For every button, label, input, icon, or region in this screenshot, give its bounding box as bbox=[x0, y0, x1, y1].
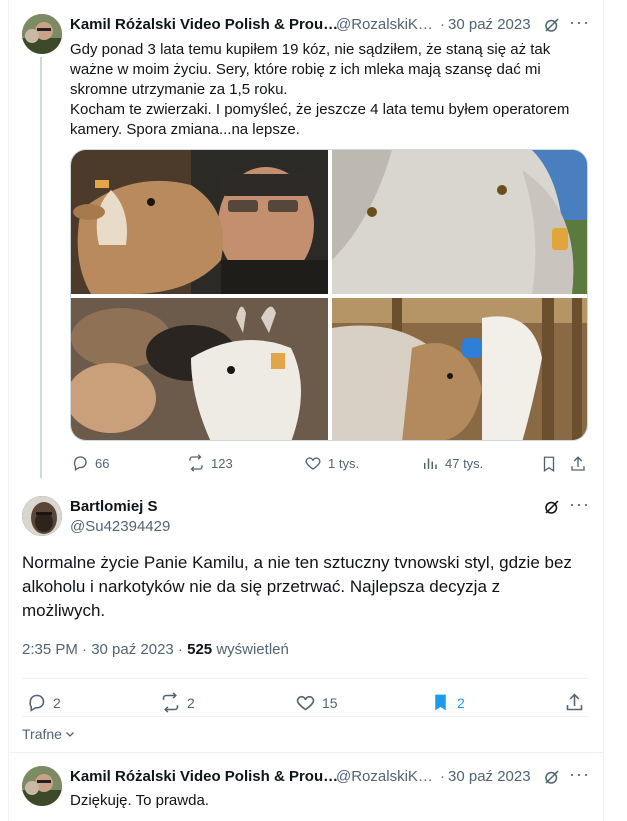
heart-icon bbox=[296, 695, 315, 711]
reply-count: 66 bbox=[95, 455, 110, 471]
author-name[interactable]: Bartlomiej S bbox=[70, 498, 158, 515]
repost-button[interactable]: 123 bbox=[187, 454, 233, 472]
more-options-icon[interactable]: ··· bbox=[569, 494, 590, 515]
photo-goat-closeup[interactable] bbox=[332, 150, 587, 294]
bookmark-icon bbox=[543, 456, 555, 473]
author-name[interactable]: Kamil Różalski Video Polish & Prou… bbox=[70, 768, 338, 785]
bookmark-filled-icon bbox=[435, 694, 446, 711]
tweet-date[interactable]: 30 paź 2023 bbox=[448, 768, 531, 785]
divider bbox=[9, 752, 604, 753]
grok-icon[interactable] bbox=[543, 768, 561, 791]
share-icon bbox=[566, 693, 583, 711]
sort-replies-dropdown[interactable]: Trafne bbox=[22, 726, 76, 742]
author-handle[interactable]: @Su42394429 bbox=[70, 518, 170, 535]
more-options-icon[interactable]: ··· bbox=[569, 764, 590, 785]
reply-icon bbox=[29, 694, 45, 712]
like-button[interactable]: 15 bbox=[295, 692, 338, 713]
chevron-down-icon bbox=[66, 732, 74, 737]
views-count: 525 bbox=[187, 641, 213, 658]
tweet-text: Dziękuję. To prawda. bbox=[70, 792, 209, 809]
tweet-text: Gdy ponad 3 lata temu kupiłem 19 kóz, ni… bbox=[70, 40, 590, 140]
separator-dot: · bbox=[440, 768, 445, 785]
tweet-text-line: możliwych. bbox=[22, 601, 106, 620]
reply-button[interactable]: 2 bbox=[26, 692, 61, 713]
tweet-text-line: alkoholu i narkotyków nie da się przetrw… bbox=[22, 577, 501, 596]
bookmark-button[interactable] bbox=[540, 455, 558, 478]
author-handle[interactable]: @RozalskiK… bbox=[336, 16, 433, 33]
tweet-text-line: Kocham te zwierzaki. I pomyśleć, że jesz… bbox=[70, 101, 570, 118]
photo-goats-fence[interactable] bbox=[332, 298, 587, 440]
repost-count: 2 bbox=[187, 694, 195, 711]
avatar[interactable] bbox=[22, 14, 62, 54]
reply-count: 2 bbox=[53, 694, 61, 711]
divider bbox=[22, 716, 588, 717]
repost-button[interactable]: 2 bbox=[160, 692, 195, 713]
tweet-text-line: ważne w moim życiu. Sery, które robię z … bbox=[70, 61, 541, 78]
grok-icon[interactable] bbox=[543, 16, 561, 39]
divider bbox=[22, 678, 588, 679]
tweet-text-line: Normalne życie Panie Kamilu, a nie ten s… bbox=[22, 553, 572, 572]
avatar-image bbox=[22, 496, 62, 536]
thread-connector-line bbox=[40, 57, 42, 478]
share-button[interactable] bbox=[569, 455, 587, 478]
separator-dot: · bbox=[440, 16, 445, 33]
analytics-icon bbox=[424, 458, 437, 469]
photo-goat-herd[interactable] bbox=[71, 298, 328, 440]
avatar-image bbox=[22, 14, 62, 54]
views-button[interactable]: 47 tys. bbox=[421, 454, 483, 472]
share-button[interactable] bbox=[564, 692, 585, 718]
more-options-icon[interactable]: ··· bbox=[569, 12, 590, 33]
author-handle[interactable]: @RozalskiK… bbox=[336, 768, 433, 785]
share-icon bbox=[571, 456, 585, 471]
bookmark-count: 2 bbox=[457, 694, 465, 711]
tweet-text-line: kamery. Spora zmiana...na lepsze. bbox=[70, 121, 300, 138]
like-count: 15 bbox=[322, 694, 338, 711]
bookmark-button[interactable]: 2 bbox=[430, 692, 465, 713]
repost-icon bbox=[162, 692, 179, 713]
reply-button[interactable]: 66 bbox=[71, 454, 109, 472]
tweet-meta: 2:35 PM · 30 paź 2023 · 525 wyświetleń bbox=[22, 641, 289, 658]
repost-icon bbox=[189, 454, 203, 472]
avatar[interactable] bbox=[22, 496, 62, 536]
avatar[interactable] bbox=[22, 766, 62, 806]
photo-goat-selfie[interactable] bbox=[71, 150, 328, 294]
heart-icon bbox=[305, 457, 321, 470]
repost-count: 123 bbox=[211, 455, 233, 471]
grok-icon[interactable] bbox=[543, 498, 561, 521]
views-count: 47 tys. bbox=[445, 455, 484, 471]
tweet-timestamp[interactable]: 2:35 PM · 30 paź 2023 · bbox=[22, 641, 183, 658]
views-label: wyświetleń bbox=[216, 641, 289, 658]
media-grid[interactable] bbox=[70, 149, 588, 441]
tweet-date[interactable]: 30 paź 2023 bbox=[448, 16, 531, 33]
tweet-text-line: skromne utrzymanie za 1,5 roku. bbox=[70, 81, 288, 98]
reply-icon bbox=[73, 456, 87, 471]
tweet-text-line: Gdy ponad 3 lata temu kupiłem 19 kóz, ni… bbox=[70, 41, 551, 58]
like-button[interactable]: 1 tys. bbox=[304, 454, 359, 472]
like-count: 1 tys. bbox=[328, 455, 360, 471]
sort-label: Trafne bbox=[22, 726, 62, 742]
author-name[interactable]: Kamil Różalski Video Polish & Prou… bbox=[70, 16, 338, 33]
avatar-image bbox=[22, 766, 62, 806]
tweet-text: Normalne życie Panie Kamilu, a nie ten s… bbox=[22, 551, 592, 623]
